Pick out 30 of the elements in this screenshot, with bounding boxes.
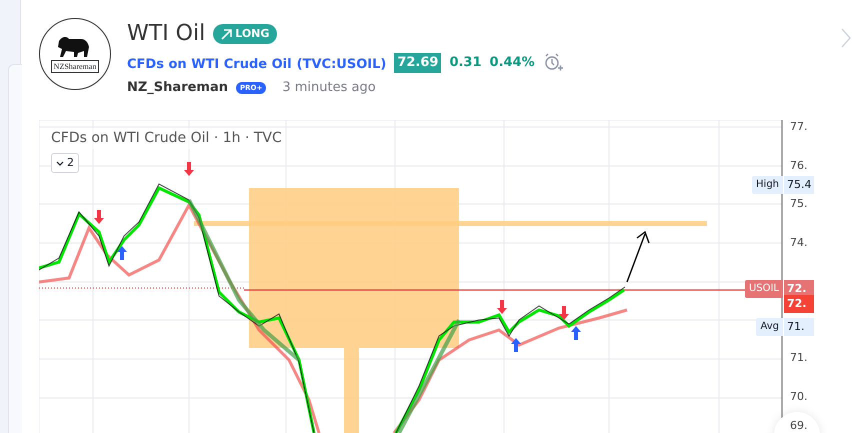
- price-tick: 70.: [790, 391, 808, 403]
- price-tick: 71.: [790, 352, 808, 364]
- price-change: 0.31: [449, 54, 482, 72]
- symbol-link[interactable]: CFDs on WTI Crude Oil: [127, 57, 292, 72]
- alarm-add-icon[interactable]: [542, 53, 563, 73]
- price-tick: 75.: [790, 198, 808, 210]
- series-label: USOIL: [744, 280, 783, 298]
- logo-text: NZShareman: [50, 60, 100, 73]
- author-link[interactable]: NZ_Shareman: [127, 78, 228, 98]
- price-tick: 69.: [790, 420, 808, 432]
- chevron-down-icon: [56, 160, 64, 166]
- percent-change: 0.44%: [490, 54, 535, 72]
- target-arrow: [626, 230, 650, 283]
- price-tag: 75.4: [784, 176, 814, 194]
- direction-badge: LONG: [213, 24, 278, 44]
- next-chevron-icon[interactable]: [841, 28, 851, 48]
- chart-legend: CFDs on WTI Crude Oil · 1h · TVC: [51, 128, 282, 149]
- symbol-code-link[interactable]: (TVC:USOIL): [296, 57, 386, 72]
- series-label: High: [752, 176, 783, 194]
- publish-time: 3 minutes ago: [282, 79, 376, 97]
- price-tag: 71.: [784, 318, 814, 336]
- price-badge: 72.69: [394, 53, 442, 73]
- series-label: Avg: [756, 318, 783, 336]
- price-tick: 77.: [790, 121, 808, 133]
- idea-title: WTI Oil: [127, 20, 206, 48]
- price-tick: 76.: [790, 160, 808, 172]
- price-tag: 72.: [784, 295, 814, 313]
- indicators-toggle[interactable]: 2: [51, 153, 79, 173]
- price-tick: 74.: [790, 237, 808, 249]
- arrow-up-right-icon: [221, 28, 232, 40]
